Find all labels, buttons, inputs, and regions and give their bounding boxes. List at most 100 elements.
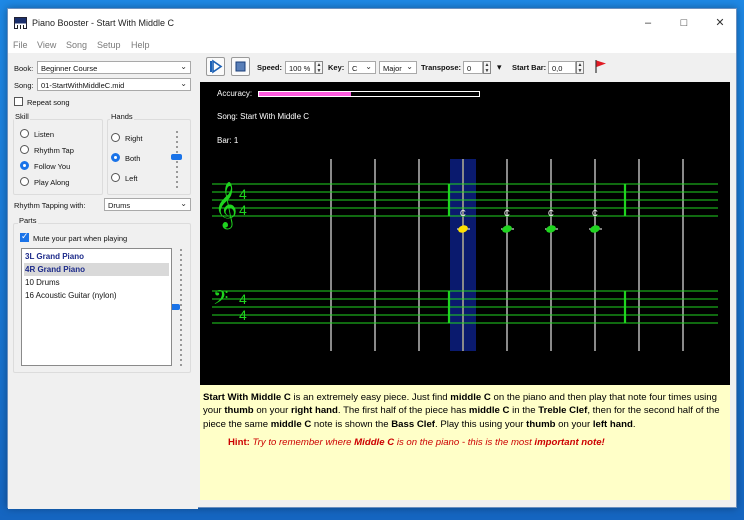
key-mode-combo[interactable]: Major ⌄ <box>379 61 417 74</box>
menu-setup[interactable]: Setup <box>97 40 121 50</box>
transpose-label: Transpose: <box>421 63 462 72</box>
song-description-text: Start With Middle C is an extremely easy… <box>203 392 720 430</box>
song-description-panel: Start With Middle C is an extremely easy… <box>200 385 730 500</box>
skill-radio-listen[interactable] <box>20 129 29 138</box>
repeat-song-label: Repeat song <box>27 98 70 107</box>
chevron-down-icon: ⌄ <box>406 62 413 71</box>
hint-middle-c: Middle C <box>354 437 395 449</box>
hands-radio-right[interactable] <box>111 133 120 142</box>
treble-clef-icon: 𝄞 <box>214 182 238 230</box>
menu-bar: File View Song Setup Help <box>8 37 736 53</box>
bass-time-sig-bottom: 4 <box>239 307 247 323</box>
chevron-down-icon: ⌄ <box>180 199 187 208</box>
stop-icon <box>235 61 246 72</box>
hands-volume-slider-handle[interactable] <box>171 154 182 160</box>
toolbar: Speed: 100 % ▲ ▼ Key: C ⌄ Major ⌄ Transpo… <box>203 57 737 79</box>
parts-volume-slider-track[interactable] <box>180 249 182 367</box>
speed-stepper[interactable]: ▲ ▼ <box>315 61 323 74</box>
skill-radio-rhythm-tap[interactable] <box>20 145 29 154</box>
song-label: Song: <box>14 81 34 90</box>
book-value: Beginner Course <box>41 64 98 73</box>
mute-part-checkbox[interactable] <box>20 231 29 242</box>
skill-label-listen: Listen <box>34 130 55 139</box>
note-name-label: C <box>548 209 554 218</box>
chevron-down-icon: ⌄ <box>180 62 187 71</box>
hands-label-left: Left <box>125 174 138 183</box>
transpose-arrow-icon[interactable]: ▾ <box>497 62 502 73</box>
maximize-icon[interactable]: □ <box>666 9 702 37</box>
hands-radio-left[interactable] <box>111 173 120 182</box>
skill-radio-play-along[interactable] <box>20 177 29 186</box>
skill-label-rhythm-tap: Rhythm Tap <box>34 146 74 155</box>
hands-label-right: Right <box>125 134 143 143</box>
list-item[interactable]: 4R Grand Piano <box>24 263 169 276</box>
minimize-icon[interactable]: – <box>630 9 666 37</box>
hands-label-both: Both <box>125 154 141 163</box>
title-bar[interactable]: Piano Booster - Start With Middle C – □ … <box>8 9 736 37</box>
key-label: Key: <box>328 63 345 72</box>
hint-post: is on the piano - this is the most <box>394 437 535 449</box>
menu-help[interactable]: Help <box>131 40 150 50</box>
parts-title: Parts <box>18 216 38 225</box>
list-item[interactable]: 16 Acoustic Guitar (nylon) <box>24 289 169 302</box>
rhythm-tapping-label: Rhythm Tapping with: <box>14 201 86 210</box>
note-name-label: C <box>504 209 510 218</box>
treble-time-sig-bottom: 4 <box>239 202 247 218</box>
speed-input[interactable]: 100 % <box>285 61 315 74</box>
play-icon <box>210 59 223 74</box>
parts-list[interactable]: 3L Grand Piano 4R Grand Piano 10 Drums 1… <box>21 248 172 366</box>
note-head <box>590 225 600 233</box>
start-bar-label: Start Bar: <box>512 63 547 72</box>
red-flag-icon <box>595 60 606 73</box>
transpose-input[interactable]: 0 <box>463 61 483 74</box>
bass-clef-icon: 𝄢 <box>213 286 228 314</box>
save-bar-button[interactable] <box>591 57 610 76</box>
staff-svg: 𝄞 𝄢 4 4 4 4 C C C C <box>212 159 718 351</box>
key-mode-value: Major <box>383 64 402 73</box>
note-head <box>502 225 512 233</box>
note-name-label: C <box>460 209 466 218</box>
book-combo[interactable]: Beginner Course ⌄ <box>37 61 191 74</box>
rhythm-tapping-value: Drums <box>108 201 131 210</box>
hands-volume-slider-track[interactable] <box>176 131 178 189</box>
skill-title: Skill <box>14 112 30 121</box>
menu-view[interactable]: View <box>37 40 56 50</box>
mute-part-label: Mute your part when playing <box>33 234 128 243</box>
menu-song[interactable]: Song <box>66 40 87 50</box>
song-value: 01-StartWithMiddleC.mid <box>41 81 125 90</box>
key-value: C <box>352 64 358 73</box>
hint-pre: Try to remember where <box>252 437 355 449</box>
score-view[interactable]: Accuracy: Song: Start With Middle C Bar:… <box>200 82 730 385</box>
list-item[interactable]: 10 Drums <box>24 276 169 289</box>
rhythm-tapping-combo[interactable]: Drums ⌄ <box>104 198 191 211</box>
book-label: Book: <box>14 64 34 73</box>
hands-title: Hands <box>110 112 134 121</box>
start-bar-input[interactable]: 0,0 <box>548 61 576 74</box>
chevron-down-icon: ⌄ <box>180 79 187 88</box>
start-bar-stepper[interactable]: ▲ ▼ <box>576 61 584 74</box>
hint-label: Hint: <box>228 437 250 449</box>
repeat-song-checkbox[interactable] <box>14 97 23 106</box>
skill-label-follow-you: Follow You <box>34 162 71 171</box>
piano-booster-app-icon <box>14 17 27 29</box>
close-icon[interactable]: ✕ <box>702 9 738 37</box>
play-button[interactable] <box>206 57 225 76</box>
hands-radio-both[interactable] <box>111 153 120 162</box>
song-combo[interactable]: 01-StartWithMiddleC.mid ⌄ <box>37 78 191 91</box>
hint-text: Hint: Try to remember where Middle C is … <box>228 436 727 449</box>
window-title: Piano Booster - Start With Middle C <box>32 18 175 28</box>
speed-label: Speed: <box>257 63 283 72</box>
skill-label-play-along: Play Along <box>34 178 70 187</box>
note-head <box>546 225 556 233</box>
note-name-label: C <box>592 209 598 218</box>
chevron-down-icon: ⌄ <box>365 62 372 71</box>
bass-time-sig-top: 4 <box>239 291 247 307</box>
skill-radio-follow-you[interactable] <box>20 161 29 170</box>
stop-button[interactable] <box>231 57 250 76</box>
list-item[interactable]: 3L Grand Piano <box>24 250 169 263</box>
hint-strong: important note! <box>534 437 605 449</box>
transpose-stepper[interactable]: ▲ ▼ <box>483 61 491 74</box>
treble-time-sig-top: 4 <box>239 186 247 202</box>
menu-file[interactable]: File <box>13 40 28 50</box>
key-combo[interactable]: C ⌄ <box>348 61 376 74</box>
